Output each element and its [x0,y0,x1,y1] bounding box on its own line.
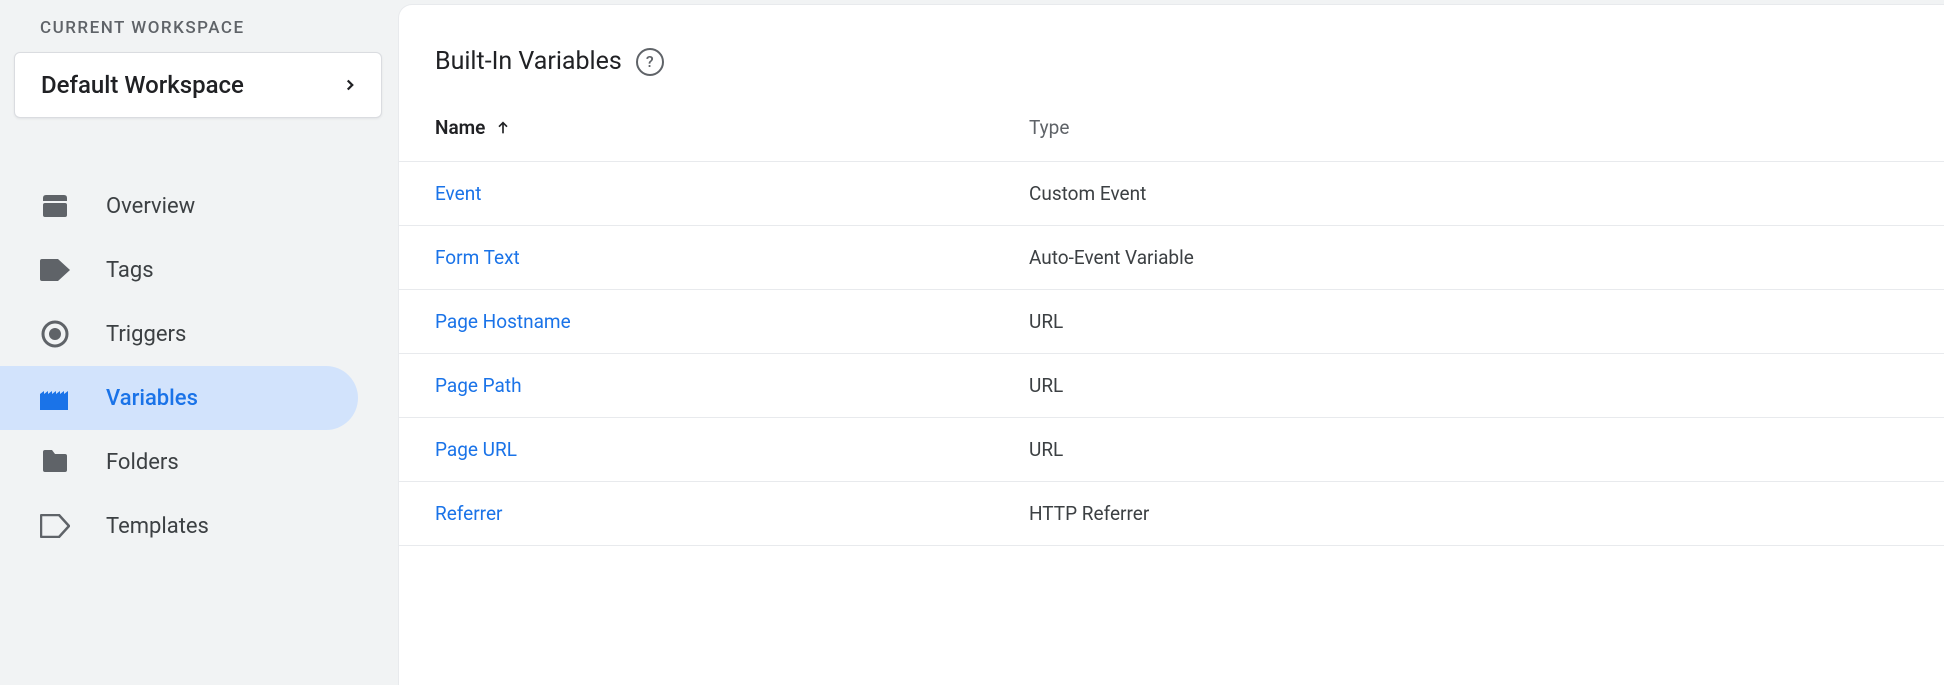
variable-name-link[interactable]: Form Text [435,246,1029,269]
sidebar-item-tags[interactable]: Tags [0,238,358,302]
variable-type: URL [1029,310,1063,333]
table-row[interactable]: Page Path URL [399,354,1944,418]
variable-name-link[interactable]: Page Path [435,374,1029,397]
tag-icon [40,255,70,285]
variable-type: URL [1029,374,1063,397]
variables-table: Name Type Event Custom Event Form Text A… [399,116,1944,546]
variable-name-link[interactable]: Page Hostname [435,310,1029,333]
nav-label: Templates [106,514,209,539]
sidebar-item-overview[interactable]: Overview [0,174,358,238]
nav-label: Variables [106,386,198,411]
help-icon[interactable]: ? [636,48,664,76]
column-header-type[interactable]: Type [1029,116,1069,139]
sidebar-item-variables[interactable]: Variables [0,366,358,430]
nav-label: Overview [106,194,195,219]
sidebar-item-folders[interactable]: Folders [0,430,358,494]
column-name-label: Name [435,116,485,139]
panel-title: Built-In Variables [435,47,622,76]
sidebar: CURRENT WORKSPACE Default Workspace Over… [0,0,398,685]
variable-type: Custom Event [1029,182,1146,205]
workspace-section-label: CURRENT WORKSPACE [0,18,398,38]
variable-type: Auto-Event Variable [1029,246,1194,269]
workspace-selector[interactable]: Default Workspace [14,52,382,118]
table-row[interactable]: Page URL URL [399,418,1944,482]
sort-ascending-icon [495,120,511,136]
variable-icon [40,383,70,413]
table-row[interactable]: Page Hostname URL [399,290,1944,354]
panel-header: Built-In Variables ? [399,5,1944,76]
folder-icon [40,447,70,477]
variable-name-link[interactable]: Referrer [435,502,1029,525]
table-row[interactable]: Referrer HTTP Referrer [399,482,1944,546]
nav-label: Folders [106,450,179,475]
workspace-name: Default Workspace [41,71,244,99]
sidebar-item-templates[interactable]: Templates [0,494,358,558]
table-row[interactable]: Form Text Auto-Event Variable [399,226,1944,290]
variable-name-link[interactable]: Page URL [435,438,1029,461]
nav-label: Tags [106,258,154,283]
template-icon [40,511,70,541]
chevron-right-icon [341,76,359,94]
overview-icon [40,191,70,221]
table-row[interactable]: Event Custom Event [399,162,1944,226]
column-header-name[interactable]: Name [435,116,1029,139]
variable-type: HTTP Referrer [1029,502,1149,525]
trigger-icon [40,319,70,349]
sidebar-item-triggers[interactable]: Triggers [0,302,358,366]
variable-type: URL [1029,438,1063,461]
sidebar-nav: Overview Tags Triggers [0,174,398,558]
table-header-row: Name Type [399,116,1944,162]
nav-label: Triggers [106,322,186,347]
variable-name-link[interactable]: Event [435,182,1029,205]
main-panel: Built-In Variables ? Name Type Event Cus… [398,4,1944,685]
